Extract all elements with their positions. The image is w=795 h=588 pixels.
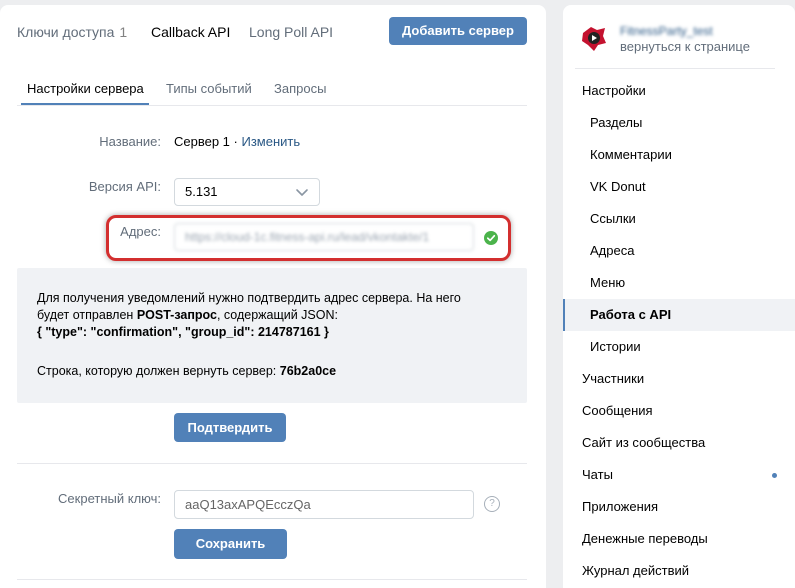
api-version-value: 5.131 bbox=[185, 184, 218, 199]
main-panel: Ключи доступа 1 Callback API Long Poll AP… bbox=[0, 5, 546, 588]
sidebar-item-site[interactable]: Сайт из сообщества bbox=[563, 427, 795, 459]
info-line-2-text: будет отправлен bbox=[37, 308, 137, 322]
info-line-2: будет отправлен POST-запрос, содержащий … bbox=[37, 307, 507, 324]
sidebar-item-stories[interactable]: Истории bbox=[563, 331, 795, 363]
subtab-requests[interactable]: Запросы bbox=[274, 81, 326, 96]
sidebar-item-members[interactable]: Участники bbox=[563, 363, 795, 395]
sidebar-item-messages[interactable]: Сообщения bbox=[563, 395, 795, 427]
sidebar-item-label: VK Donut bbox=[590, 179, 646, 194]
server-subtabs: Настройки сервера Типы событий Запросы bbox=[17, 60, 527, 106]
sidebar-item-label: Приложения bbox=[582, 499, 659, 514]
sidebar-divider bbox=[575, 68, 775, 69]
address-label: Адрес: bbox=[120, 224, 161, 239]
sidebar-item-transfers[interactable]: Денежные переводы bbox=[563, 523, 795, 555]
api-version-label: Версия API: bbox=[88, 179, 161, 194]
sidebar-item-chats[interactable]: Чаты bbox=[563, 459, 795, 491]
sidebar-item-label: Меню bbox=[590, 275, 626, 290]
sidebar-item-links[interactable]: Ссылки bbox=[563, 203, 795, 235]
address-input[interactable]: https://cloud-1c.fitness-api.ru/lead/vko… bbox=[174, 223, 474, 251]
api-version-select[interactable]: 5.131 bbox=[174, 178, 320, 206]
sidebar-item-settings[interactable]: Настройки bbox=[563, 75, 795, 107]
divider bbox=[17, 463, 527, 464]
save-button[interactable]: Сохранить bbox=[174, 529, 287, 559]
tab-access-keys[interactable]: Ключи доступа 1 bbox=[17, 24, 127, 40]
server-name: Сервер 1 bbox=[174, 134, 230, 149]
info-line-2-tail: , содержащий JSON: bbox=[216, 308, 338, 322]
sidebar-item-label: Комментарии bbox=[590, 147, 672, 162]
info-post-request: POST-запрос bbox=[136, 308, 217, 322]
check-circle-icon bbox=[484, 231, 498, 245]
secret-key-input[interactable]: aaQ13axAPQEcczQa bbox=[174, 490, 474, 519]
confirmation-info: Для получения уведомлений нужно подтверд… bbox=[17, 268, 527, 403]
name-row: Сервер 1 · Изменить bbox=[174, 134, 300, 149]
active-subtab-indicator bbox=[21, 103, 149, 105]
sidebar-item-label: Истории bbox=[590, 339, 641, 354]
info-json-text: { "type": "confirmation", "group_id": 21… bbox=[37, 325, 329, 339]
sidebar-item-label: Адреса bbox=[590, 243, 635, 258]
name-separator: · bbox=[229, 134, 242, 149]
community-name[interactable]: FitnessParty_test bbox=[620, 24, 713, 38]
add-server-button[interactable]: Добавить сервер bbox=[389, 17, 527, 45]
sidebar-item-api[interactable]: Работа с API bbox=[563, 299, 795, 331]
sidebar-item-label: Разделы bbox=[590, 115, 643, 130]
settings-sidebar: FitnessParty_test вернуться к странице Н… bbox=[563, 5, 795, 588]
edit-name-link[interactable]: Изменить bbox=[241, 134, 300, 149]
subtab-event-types[interactable]: Типы событий bbox=[166, 81, 252, 96]
sidebar-item-label: Участники bbox=[582, 371, 645, 386]
tab-access-keys-count: 1 bbox=[119, 24, 128, 40]
sidebar-item-vk-donut[interactable]: VK Donut bbox=[563, 171, 795, 203]
info-json: { "type": "confirmation", "group_id": 21… bbox=[37, 324, 507, 341]
sidebar-item-sections[interactable]: Разделы bbox=[563, 107, 795, 139]
sidebar-item-addresses[interactable]: Адреса bbox=[563, 235, 795, 267]
confirm-button[interactable]: Подтвердить bbox=[174, 413, 286, 442]
sidebar-item-label: Сайт из сообщества bbox=[582, 435, 706, 450]
sidebar-item-label: Денежные переводы bbox=[582, 531, 708, 546]
tab-callback-api[interactable]: Callback API bbox=[151, 24, 230, 40]
tab-callback-api-label: Callback API bbox=[151, 24, 231, 40]
secret-key-label: Секретный ключ: bbox=[58, 491, 161, 506]
info-line-1: Для получения уведомлений нужно подтверд… bbox=[37, 291, 461, 305]
info-line-4-text: Строка, которую должен вернуть сервер: bbox=[37, 364, 280, 378]
community-avatar[interactable] bbox=[577, 21, 611, 55]
sidebar-item-label: Сообщения bbox=[582, 403, 653, 418]
help-icon[interactable]: ? bbox=[484, 496, 500, 512]
name-label: Название: bbox=[99, 134, 161, 149]
unread-dot-icon bbox=[772, 473, 777, 478]
back-to-page-link[interactable]: вернуться к странице bbox=[620, 39, 750, 54]
community-logo-icon bbox=[577, 21, 611, 55]
divider-bottom bbox=[17, 579, 527, 580]
chevron-down-icon bbox=[296, 189, 308, 196]
tab-long-poll-api-label: Long Poll API bbox=[249, 24, 334, 40]
sidebar-item-label: Работа с API bbox=[590, 307, 672, 322]
api-tabs-bar: Ключи доступа 1 Callback API Long Poll AP… bbox=[0, 5, 546, 55]
sidebar-item-label: Ссылки bbox=[590, 211, 636, 226]
sidebar-item-comments[interactable]: Комментарии bbox=[563, 139, 795, 171]
tab-long-poll-api[interactable]: Long Poll API bbox=[249, 24, 333, 40]
sidebar-item-apps[interactable]: Приложения bbox=[563, 491, 795, 523]
sidebar-item-label: Настройки bbox=[582, 83, 646, 98]
sidebar-item-menu[interactable]: Меню bbox=[563, 267, 795, 299]
tab-access-keys-label: Ключи доступа bbox=[17, 24, 115, 40]
sidebar-item-label: Чаты bbox=[582, 467, 613, 482]
info-line-4: Строка, которую должен вернуть сервер: 7… bbox=[37, 363, 507, 380]
confirmation-string: 76b2a0ce bbox=[279, 364, 337, 378]
subtab-server-settings[interactable]: Настройки сервера bbox=[27, 81, 144, 96]
sidebar-item-action-log[interactable]: Журнал действий bbox=[563, 555, 795, 587]
sidebar-item-label: Журнал действий bbox=[582, 563, 690, 578]
